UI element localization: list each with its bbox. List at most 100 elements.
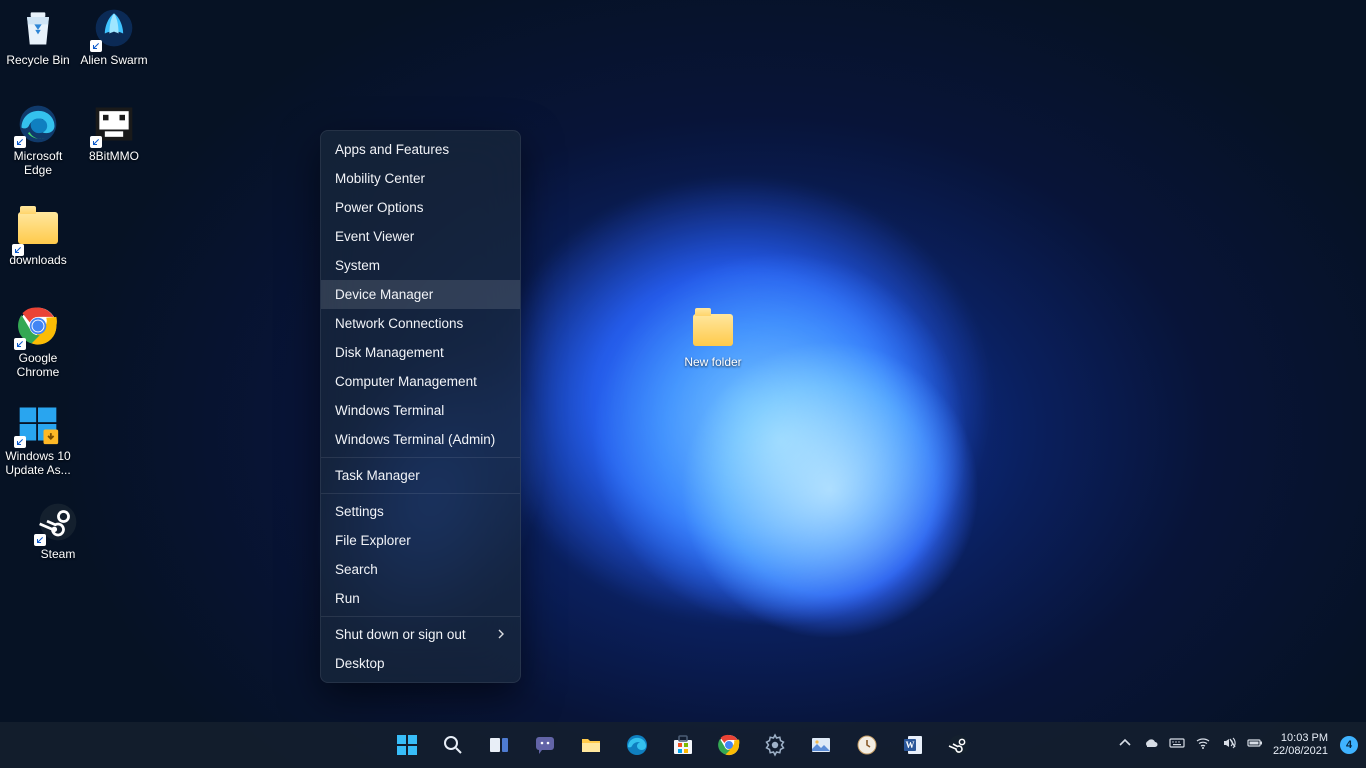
taskbar-clock[interactable]: 10:03 PM 22/08/2021 (1273, 732, 1330, 758)
ctx-system[interactable]: System (321, 251, 520, 280)
ctx-run[interactable]: Run (321, 584, 520, 613)
desktop-icon-recycle-bin[interactable]: Recycle Bin (0, 6, 76, 67)
desktop-icon-label: Windows 10 Update As... (5, 449, 70, 477)
ctx-shutdown-signout[interactable]: Shut down or sign out (321, 620, 520, 649)
ctx-label: Mobility Center (335, 171, 425, 186)
steam-button[interactable] (939, 725, 979, 765)
ctx-computer-management[interactable]: Computer Management (321, 367, 520, 396)
word-button[interactable]: W (893, 725, 933, 765)
desktop-icon-downloads[interactable]: downloads (0, 206, 76, 267)
svg-text:W: W (906, 740, 915, 750)
winx-context-menu: Apps and Features Mobility Center Power … (320, 130, 521, 683)
ctx-label: Task Manager (335, 468, 420, 483)
shortcut-arrow-icon (14, 136, 26, 148)
shortcut-arrow-icon (12, 244, 24, 256)
taskbar-center: W (387, 725, 979, 765)
ctx-label: Network Connections (335, 316, 463, 331)
ctx-label: Computer Management (335, 374, 477, 389)
desktop-icon-label: Google Chrome (17, 351, 60, 379)
ctx-windows-terminal[interactable]: Windows Terminal (321, 396, 520, 425)
clock-app-button[interactable] (847, 725, 887, 765)
ctx-label: Desktop (335, 656, 385, 671)
shortcut-arrow-icon (14, 338, 26, 350)
ctx-power-options[interactable]: Power Options (321, 193, 520, 222)
alien-swarm-icon (92, 6, 136, 50)
chat-button[interactable] (525, 725, 565, 765)
desktop-icon-new-folder[interactable]: New folder (675, 308, 751, 369)
ctx-task-manager[interactable]: Task Manager (321, 461, 520, 490)
desktop-icon-label: Recycle Bin (6, 53, 69, 67)
desktop-icon-chrome[interactable]: Google Chrome (0, 304, 76, 379)
notifications-badge[interactable]: 4 (1340, 736, 1358, 754)
desktop-icon-8bitmmo[interactable]: 8BitMMO (76, 102, 152, 163)
ctx-label: File Explorer (335, 533, 411, 548)
edge-icon (16, 102, 60, 146)
desktop-icon-alien-swarm[interactable]: Alien Swarm (76, 6, 152, 67)
ctx-separator (321, 457, 520, 458)
desktop-icon-label: Alien Swarm (80, 53, 147, 67)
shortcut-arrow-icon (90, 40, 102, 52)
desktop-icon-edge[interactable]: Microsoft Edge (0, 102, 76, 177)
chrome-button[interactable] (709, 725, 749, 765)
desktop[interactable]: Recycle Bin Alien Swarm Microsoft Edge 8… (0, 0, 1366, 768)
start-button[interactable] (387, 725, 427, 765)
volume-icon[interactable] (1221, 735, 1237, 756)
ctx-settings[interactable]: Settings (321, 497, 520, 526)
touch-keyboard-icon[interactable] (1169, 735, 1185, 756)
taskbar: W 10:03 PM 22/08/2021 4 (0, 722, 1366, 768)
desktop-icon-win10-update[interactable]: Windows 10 Update As... (0, 402, 76, 477)
clock-time: 10:03 PM (1281, 732, 1328, 745)
desktop-icon-steam[interactable]: Steam (20, 500, 96, 561)
ctx-label: Event Viewer (335, 229, 414, 244)
desktop-icon-label: Steam (41, 547, 76, 561)
ctx-event-viewer[interactable]: Event Viewer (321, 222, 520, 251)
ctx-label: System (335, 258, 380, 273)
ctx-label: Run (335, 591, 360, 606)
steam-icon (36, 500, 80, 544)
wifi-icon[interactable] (1195, 735, 1211, 756)
folder-icon (16, 206, 60, 250)
ctx-network-connections[interactable]: Network Connections (321, 309, 520, 338)
wallpaper-bloom (472, 132, 1089, 749)
settings-button[interactable] (755, 725, 795, 765)
ctx-desktop[interactable]: Desktop (321, 649, 520, 678)
store-button[interactable] (663, 725, 703, 765)
shortcut-arrow-icon (90, 136, 102, 148)
ctx-label: Disk Management (335, 345, 444, 360)
battery-icon[interactable] (1247, 735, 1263, 756)
notif-count: 4 (1346, 739, 1352, 751)
chevron-right-icon (496, 627, 506, 642)
clock-date: 22/08/2021 (1273, 745, 1328, 758)
taskview-button[interactable] (479, 725, 519, 765)
chrome-icon (16, 304, 60, 348)
ctx-separator (321, 493, 520, 494)
explorer-button[interactable] (571, 725, 611, 765)
system-tray: 10:03 PM 22/08/2021 4 (1117, 722, 1358, 768)
onedrive-icon[interactable] (1143, 735, 1159, 756)
ctx-label: Search (335, 562, 378, 577)
desktop-icon-label: New folder (684, 355, 741, 369)
ctx-mobility-center[interactable]: Mobility Center (321, 164, 520, 193)
ctx-label: Shut down or sign out (335, 627, 466, 642)
8bitmmo-icon (92, 102, 136, 146)
ctx-label: Windows Terminal (Admin) (335, 432, 495, 447)
search-button[interactable] (433, 725, 473, 765)
ctx-device-manager[interactable]: Device Manager (321, 280, 520, 309)
desktop-icon-label: 8BitMMO (89, 149, 139, 163)
ctx-apps-features[interactable]: Apps and Features (321, 135, 520, 164)
edge-button[interactable] (617, 725, 657, 765)
tray-icons (1117, 735, 1263, 756)
ctx-label: Windows Terminal (335, 403, 444, 418)
recycle-bin-icon (16, 6, 60, 50)
shortcut-arrow-icon (34, 534, 46, 546)
desktop-icon-label: Microsoft Edge (14, 149, 63, 177)
ctx-windows-terminal-admin[interactable]: Windows Terminal (Admin) (321, 425, 520, 454)
photos-button[interactable] (801, 725, 841, 765)
ctx-disk-management[interactable]: Disk Management (321, 338, 520, 367)
ctx-search[interactable]: Search (321, 555, 520, 584)
shortcut-arrow-icon (14, 436, 26, 448)
tray-overflow-button[interactable] (1117, 735, 1133, 756)
ctx-separator (321, 616, 520, 617)
ctx-label: Device Manager (335, 287, 433, 302)
ctx-file-explorer[interactable]: File Explorer (321, 526, 520, 555)
